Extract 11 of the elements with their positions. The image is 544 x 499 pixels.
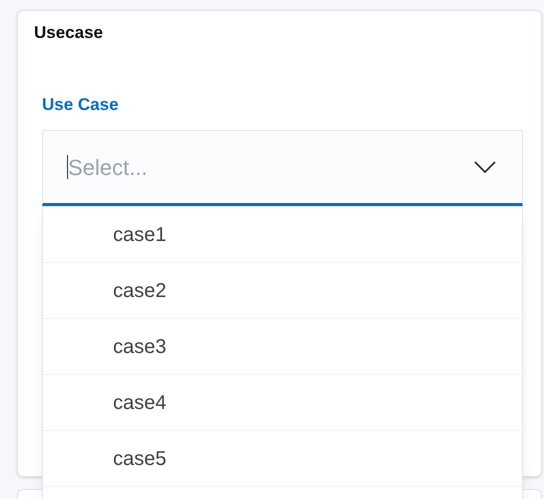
select-input[interactable]: Select... <box>68 150 474 184</box>
select-field[interactable]: Select... <box>42 130 523 206</box>
dropdown-option[interactable]: case1 <box>43 207 522 263</box>
text-cursor <box>67 155 68 179</box>
dropdown-option[interactable]: case4 <box>43 375 522 431</box>
chevron-down-icon <box>474 161 496 173</box>
dropdown-option[interactable]: case5 <box>43 431 522 487</box>
field-label: Use Case <box>42 95 119 114</box>
dropdown-option[interactable]: case3 <box>43 319 522 375</box>
card-title: Usecase <box>34 23 104 42</box>
dropdown-option[interactable]: case2 <box>43 263 522 319</box>
